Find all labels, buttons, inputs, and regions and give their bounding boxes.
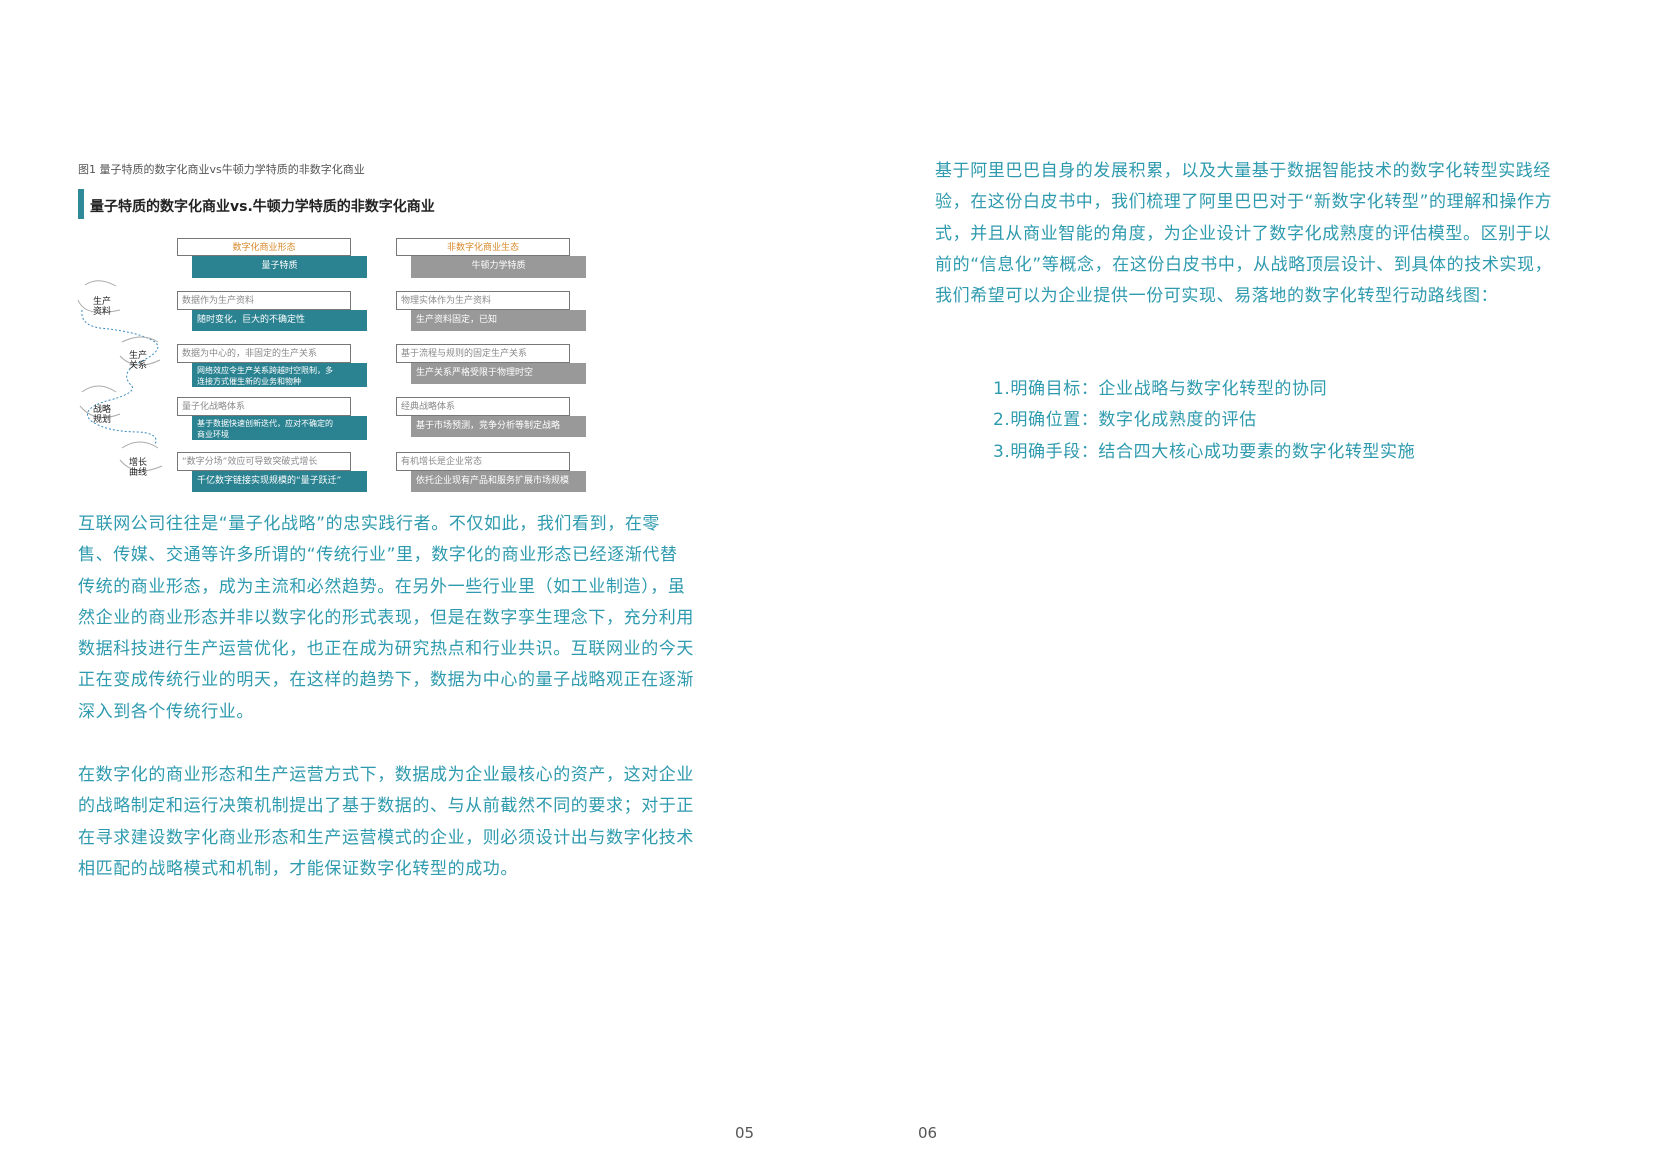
digital-row1-bottom: 随时变化，巨大的不确定性	[192, 310, 367, 331]
digital-row4-top: “数字分场”效应可导致突破式增长	[177, 452, 351, 471]
list-item: 1.明确目标：企业战略与数字化转型的协同	[993, 379, 1328, 399]
row-label-growth-curve: 增长 曲线	[128, 458, 147, 478]
digital-row2-bottom: 网络效应令生产关系跨越时空限制，多 连接方式催生新的业务和物种	[192, 363, 367, 387]
nondigital-row2-top: 基于流程与规则的固定生产关系	[396, 344, 570, 363]
nondigital-row4-bottom: 依托企业现有产品和服务扩展市场规模	[411, 471, 586, 492]
list-item: 3.明确手段：结合四大核心成功要素的数字化转型实施	[993, 441, 1416, 462]
nondigital-row1-top: 物理实体作为生产资料	[396, 291, 570, 310]
digital-row2-top: 数据为中心的，非固定的生产关系	[177, 344, 351, 363]
right-paragraph: 基于阿里巴巴自身的发展积累，以及大量基于数据智能技术的数字化转型实践经验，在这份…	[935, 161, 1553, 307]
nondigital-row4-top: 有机增长是企业常态	[396, 452, 570, 471]
figure-title: 量子特质的数字化商业vs.牛顿力学特质的非数字化商业	[90, 199, 435, 215]
title-accent-bar	[78, 189, 84, 219]
left-paragraph-1: 互联网公司往往是“量子化战略”的忠实践行者。不仅如此，我们看到，在零售、传媒、交…	[78, 514, 694, 722]
nondigital-row3-bottom: 基于市场预测，竞争分析等制定战略	[411, 416, 586, 437]
row-label-production-relations: 生产 关系	[128, 351, 147, 371]
nondigital-header-top: 非数字化商业生态	[396, 238, 570, 256]
digital-row3-top: 量子化战略体系	[177, 397, 351, 416]
row-label-production-materials: 生产 资料	[92, 297, 111, 317]
nondigital-row2-bottom: 生产关系严格受限于物理时空	[411, 363, 586, 384]
digital-row1-top: 数据作为生产资料	[177, 291, 351, 310]
nondigital-row3-top: 经典战略体系	[396, 397, 570, 416]
comparison-diagram: 生产 资料 生产 关系 战略 规划 增长 曲线 数字化商业形态 量子特质 非数字…	[0, 0, 586, 492]
nondigital-row1-bottom: 生产资料固定，已知	[411, 310, 586, 331]
digital-row3-bottom: 基于数据快速创新迭代，应对不确定的 商业环境	[192, 416, 367, 440]
nondigital-header-bottom: 牛顿力学特质	[411, 256, 586, 278]
roadmap-list: 1.明确目标：企业战略与数字化转型的协同 2.明确位置：数字化成熟度的评估 3.…	[993, 374, 1553, 468]
digital-header-top: 数字化商业形态	[177, 238, 351, 256]
left-paragraph-2: 在数字化的商业形态和生产运营方式下，数据成为企业最核心的资产，这对企业的战略制定…	[78, 765, 694, 879]
row-label-strategy-planning: 战略 规划	[92, 405, 111, 425]
digital-row4-bottom: 千亿数字链接实现规模的“量子跃迁”	[192, 471, 367, 492]
list-item: 2.明确位置：数字化成熟度的评估	[993, 410, 1257, 431]
figure-caption: 图1 量子特质的数字化商业vs牛顿力学特质的非数字化商业	[78, 163, 365, 176]
digital-header-bottom: 量子特质	[192, 256, 367, 278]
page-number-left: 05	[735, 1124, 755, 1142]
page-number-right: 06	[918, 1124, 938, 1142]
